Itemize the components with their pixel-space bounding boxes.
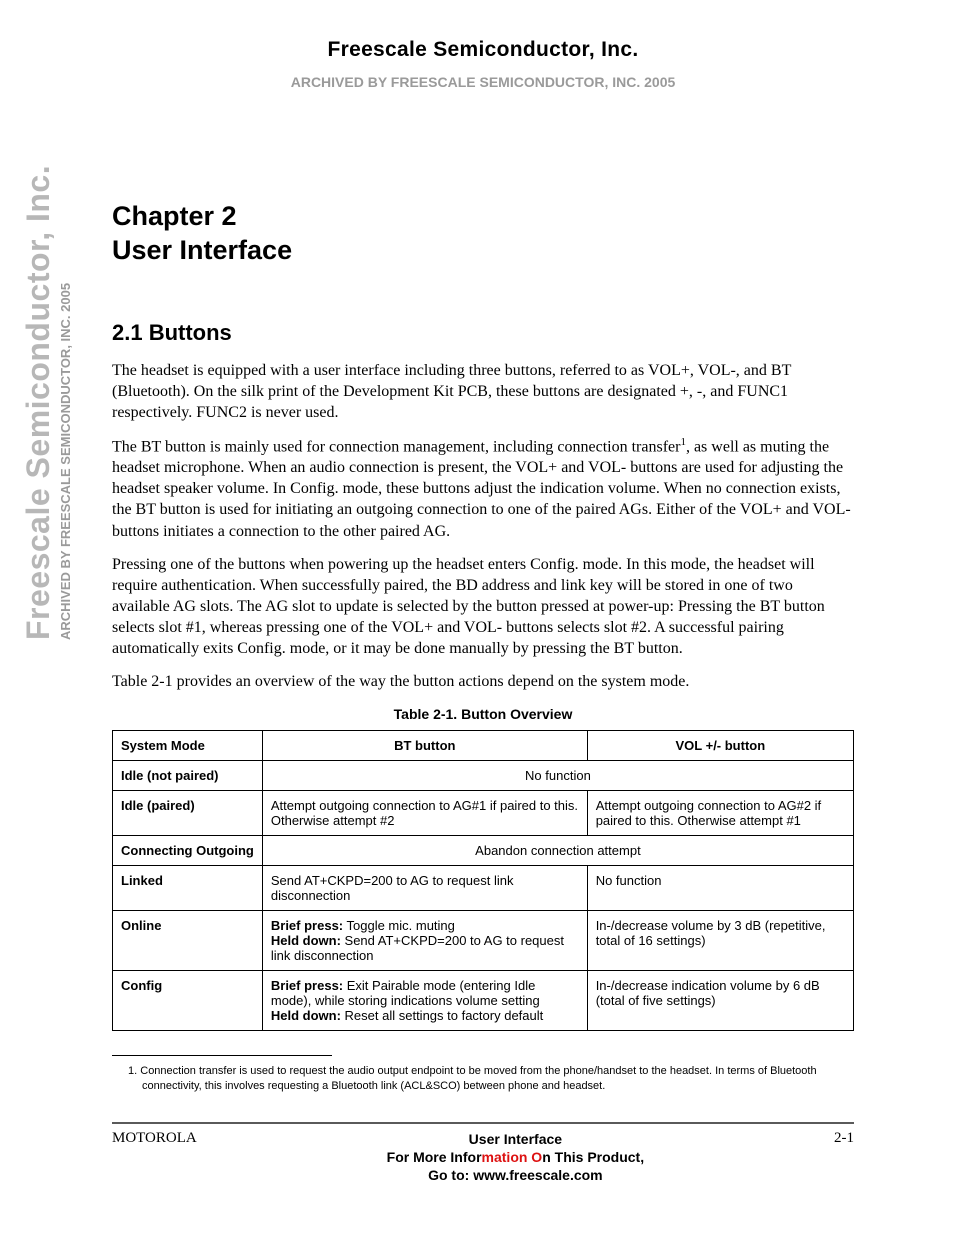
footer-left: MOTOROLA	[112, 1130, 197, 1147]
held-down-text: Reset all settings to factory default	[341, 1008, 543, 1023]
table-row: Idle (paired) Attempt outgoing connectio…	[113, 791, 854, 836]
brief-press-text: Toggle mic. muting	[343, 918, 455, 933]
mode-connecting-outgoing: Connecting Outgoing	[113, 836, 263, 866]
chapter-title: Chapter 2 User Interface	[112, 200, 854, 268]
button-overview-table: System Mode BT button VOL +/- button Idl…	[112, 730, 854, 1031]
paragraph-2: The BT button is mainly used for connect…	[112, 435, 854, 542]
chapter-name: User Interface	[112, 235, 292, 265]
mode-config: Config	[113, 971, 263, 1031]
cell-vol-online: In-/decrease volume by 3 dB (repetitive,…	[587, 911, 853, 971]
footer-separator	[112, 1122, 854, 1124]
footer-center: User Interface For More Information On T…	[387, 1130, 644, 1185]
th-system-mode: System Mode	[113, 731, 263, 761]
table-row: Connecting Outgoing Abandon connection a…	[113, 836, 854, 866]
brief-press-label: Brief press:	[271, 918, 343, 933]
footer-page-number: 2-1	[834, 1130, 854, 1147]
cell-no-function: No function	[262, 761, 853, 791]
tag1b: n This Product,	[542, 1149, 644, 1165]
footnote-text: Connection transfer is used to request t…	[140, 1065, 816, 1092]
mode-online: Online	[113, 911, 263, 971]
table-row: Config Brief press: Exit Pairable mode (…	[113, 971, 854, 1031]
paragraph-1: The headset is equipped with a user inte…	[112, 360, 854, 423]
th-bt-button: BT button	[262, 731, 587, 761]
paragraph-3: Pressing one of the buttons when powerin…	[112, 554, 854, 660]
tag1a: For More Infor	[387, 1149, 482, 1165]
mode-idle-paired: Idle (paired)	[113, 791, 263, 836]
brief-press-label: Brief press:	[271, 978, 343, 993]
mode-linked: Linked	[113, 866, 263, 911]
footer-tagline-2: Go to: www.freescale.com	[428, 1167, 603, 1183]
footer-doc-title: User Interface	[469, 1131, 562, 1147]
cell-bt-idle-paired: Attempt outgoing connection to AG#1 if p…	[262, 791, 587, 836]
p2-pre: The BT button is mainly used for connect…	[112, 438, 680, 455]
cell-vol-config: In-/decrease indication volume by 6 dB (…	[587, 971, 853, 1031]
table-row: Linked Send AT+CKPD=200 to AG to request…	[113, 866, 854, 911]
cell-bt-config: Brief press: Exit Pairable mode (enterin…	[262, 971, 587, 1031]
cell-abandon: Abandon connection attempt	[262, 836, 853, 866]
held-down-label: Held down:	[271, 1008, 341, 1023]
cell-vol-idle-paired: Attempt outgoing connection to AG#2 if p…	[587, 791, 853, 836]
held-down-label: Held down:	[271, 933, 341, 948]
page-footer: MOTOROLA User Interface For More Informa…	[112, 1130, 854, 1185]
footnote-separator	[112, 1055, 332, 1056]
company-header: Freescale Semiconductor, Inc.	[112, 38, 854, 62]
table-header-row: System Mode BT button VOL +/- button	[113, 731, 854, 761]
table-caption: Table 2-1. Button Overview	[112, 706, 854, 722]
footnote-1: 1. Connection transfer is used to reques…	[112, 1064, 854, 1094]
cell-bt-online: Brief press: Toggle mic. muting Held dow…	[262, 911, 587, 971]
table-row: Online Brief press: Toggle mic. muting H…	[113, 911, 854, 971]
page-container: Freescale Semiconductor, Inc. ARCHIVED B…	[0, 0, 954, 1235]
th-vol-button: VOL +/- button	[587, 731, 853, 761]
cell-bt-linked: Send AT+CKPD=200 to AG to request link d…	[262, 866, 587, 911]
section-heading: 2.1 Buttons	[112, 320, 854, 346]
cell-vol-linked: No function	[587, 866, 853, 911]
tag1-preliminary: mation O	[482, 1149, 543, 1165]
paragraph-4: Table 2-1 provides an overview of the wa…	[112, 671, 854, 692]
footnote-number: 1.	[128, 1065, 137, 1077]
archived-notice: ARCHIVED BY FREESCALE SEMICONDUCTOR, INC…	[112, 74, 854, 90]
table-row: Idle (not paired) No function	[113, 761, 854, 791]
chapter-number: Chapter 2	[112, 201, 237, 231]
mode-idle-not-paired: Idle (not paired)	[113, 761, 263, 791]
footer-tagline-1: For More Information On This Product,	[387, 1149, 644, 1165]
